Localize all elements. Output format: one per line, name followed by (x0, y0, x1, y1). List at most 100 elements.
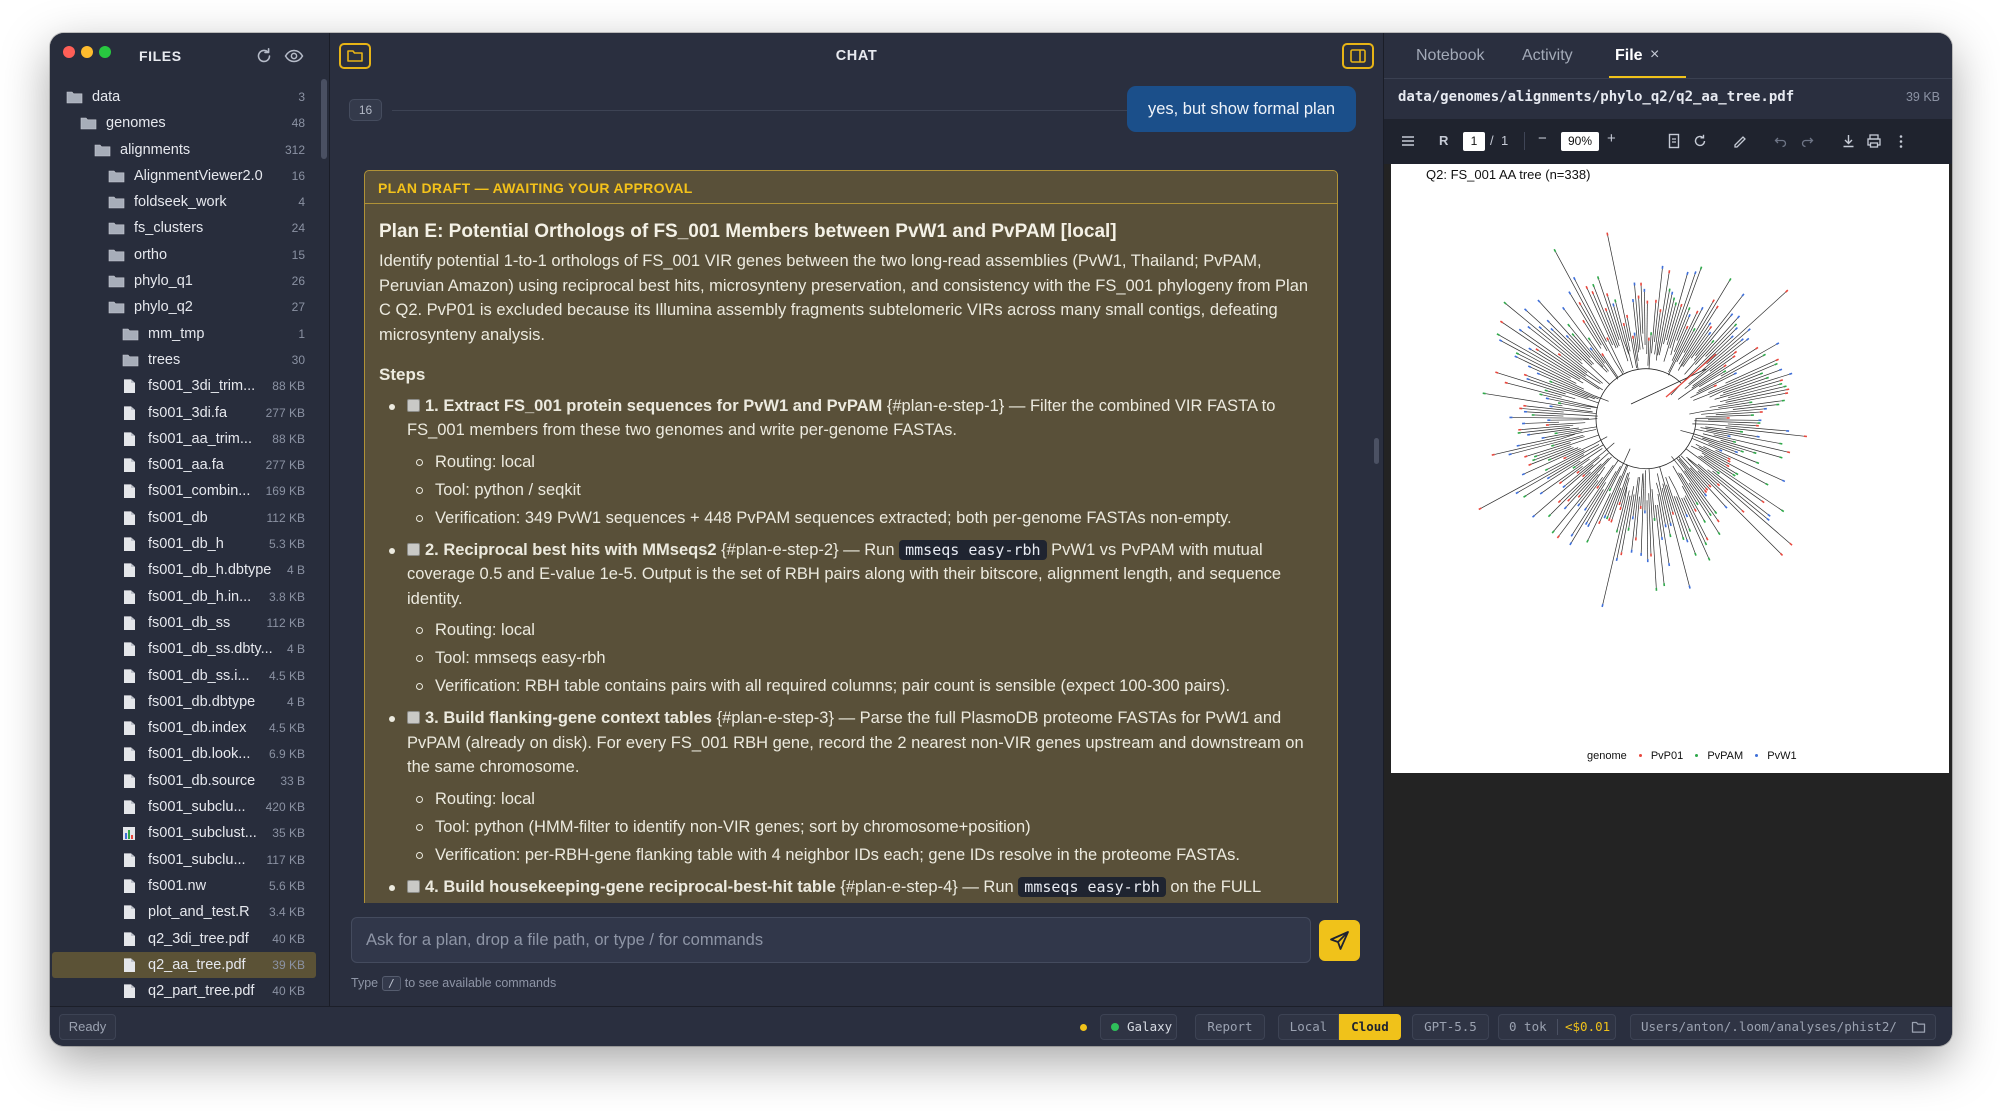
file-row[interactable]: fs001_db_h.dbtype 4 B (52, 557, 316, 583)
redo-icon[interactable] (1800, 134, 1814, 148)
undo-icon[interactable] (1774, 134, 1788, 148)
file-row[interactable]: fs001_db 112 KB (52, 505, 316, 531)
file-icon (124, 747, 135, 762)
file-row[interactable]: q2_aa_tree.pdf 39 KB (52, 951, 316, 979)
step-bullet (389, 547, 395, 554)
zoom-out-button[interactable]: − (1538, 130, 1547, 147)
menu-icon[interactable] (1401, 135, 1415, 147)
file-name: fs001_aa.fa (148, 457, 224, 474)
step-checkbox[interactable] (407, 542, 420, 556)
file-row[interactable]: fs001_db.look... 6.9 KB (52, 741, 316, 767)
file-row[interactable]: fs001_db_ss.dbty... 4 B (52, 636, 316, 662)
folder-row[interactable]: genomes 48 (52, 110, 316, 136)
file-row[interactable]: fs001_3di.fa 277 KB (52, 400, 316, 426)
pdf-page: Q2: FS_001 AA tree (n=338) genome PvP01 … (1391, 164, 1949, 773)
sidebar-scrollbar[interactable] (321, 79, 327, 159)
file-row[interactable]: fs001_subclust... 35 KB (52, 820, 316, 846)
step-bullet (389, 716, 395, 722)
step-checkbox[interactable] (407, 879, 420, 893)
right-panel: Notebook Activity File × data/genomes/al… (1383, 33, 1952, 1006)
file-count: 5.3 KB (268, 537, 305, 552)
phylogenetic-tree-plot (1478, 232, 1808, 608)
folder-row[interactable]: alignments 312 (52, 137, 316, 163)
file-tree: data 3 genomes 48 alignments 312 AlignmentView… (52, 84, 316, 1004)
tab-file[interactable]: File (1615, 47, 1643, 65)
annotate-icon[interactable] (1732, 133, 1748, 149)
folder-row[interactable]: foldseek_work 4 (52, 189, 316, 215)
file-name: fs001_subclust... (148, 825, 257, 842)
rotate-icon[interactable] (1692, 133, 1708, 149)
file-name: phylo_q2 (134, 299, 193, 316)
file-row[interactable]: fs001_aa_trim... 88 KB (52, 426, 316, 452)
folder-row[interactable]: phylo_q1 26 (52, 268, 316, 294)
panel-resize-handle[interactable] (1374, 438, 1379, 464)
file-row[interactable]: fs001_db.index 4.5 KB (52, 715, 316, 741)
file-icon (124, 458, 135, 473)
folder-row[interactable]: phylo_q2 27 (52, 294, 316, 320)
file-row[interactable]: fs001_db_h 5.3 KB (52, 531, 316, 557)
file-row[interactable]: fs001_subclu... 420 KB (52, 794, 316, 820)
folder-row[interactable]: fs_clusters 24 (52, 215, 316, 241)
tab-activity[interactable]: Activity (1522, 47, 1573, 65)
step-verification: Verification: 349 PvW1 sequences + 448 P… (407, 504, 1323, 532)
download-icon[interactable] (1841, 133, 1856, 149)
file-row[interactable]: fs001_db_ss.i... 4.5 KB (52, 663, 316, 689)
file-name: q2_aa_tree.pdf (148, 956, 246, 973)
file-count: 169 KB (265, 484, 305, 499)
model-selector[interactable]: GPT-5.5 (1412, 1014, 1489, 1040)
report-button[interactable]: Report (1195, 1014, 1265, 1040)
rotate-button[interactable]: R (1439, 133, 1448, 148)
pdf-viewer[interactable]: Q2: FS_001 AA tree (n=338) genome PvP01 … (1384, 164, 1952, 1006)
file-size: 39 KB (1905, 90, 1940, 104)
file-row[interactable]: fs001_subclu... 117 KB (52, 847, 316, 873)
working-directory[interactable]: Users/anton/.loom/analyses/phist2/ (1630, 1014, 1936, 1040)
step-checkbox[interactable] (407, 711, 420, 724)
file-count: 5.6 KB (268, 878, 305, 893)
file-icon (124, 695, 135, 709)
close-tab-icon[interactable]: × (1650, 46, 1659, 64)
file-row[interactable]: plot_and_test.R 3.4 KB (52, 899, 316, 925)
close-window-button[interactable] (63, 46, 75, 58)
zoom-window-button[interactable] (99, 46, 111, 58)
galaxy-button[interactable]: Galaxy (1100, 1014, 1177, 1040)
minimize-window-button[interactable] (81, 46, 93, 58)
file-count: 312 (284, 142, 305, 157)
file-row[interactable]: q2_3di_tree.pdf 40 KB (52, 926, 316, 952)
send-button[interactable] (1319, 920, 1360, 961)
step-checkbox[interactable] (407, 398, 420, 412)
more-options-icon[interactable] (1898, 134, 1904, 149)
file-row[interactable]: fs001_db_h.in... 3.8 KB (52, 584, 316, 610)
file-row[interactable]: fs001_db_ss 112 KB (52, 610, 316, 636)
file-row[interactable]: fs001_db.source 33 B (52, 768, 316, 794)
toolbar-divider (1524, 132, 1525, 150)
file-row[interactable]: fs001_db.dbtype 4 B (52, 689, 316, 715)
file-count: 112 KB (266, 615, 305, 630)
file-name: alignments (120, 141, 191, 158)
file-row[interactable]: q2_part_tree.pdf 40 KB (52, 978, 316, 1004)
step-bullet (389, 403, 395, 410)
folder-icon (80, 117, 97, 130)
local-mode-button[interactable]: Local (1278, 1014, 1339, 1040)
sidebar-panel-icon (1350, 49, 1366, 63)
folder-row[interactable]: trees 30 (52, 347, 316, 373)
zoom-in-button[interactable]: + (1607, 130, 1616, 147)
file-row[interactable]: fs001.nw 5.6 KB (52, 873, 316, 899)
file-row[interactable]: fs001_3di_trim... 88 KB (52, 373, 316, 399)
print-icon[interactable] (1866, 133, 1882, 149)
chat-input[interactable]: Ask for a plan, drop a file path, or typ… (351, 917, 1311, 963)
folder-row[interactable]: data 3 (52, 84, 316, 110)
eye-icon[interactable] (283, 45, 305, 67)
folder-row[interactable]: ortho 15 (52, 242, 316, 268)
file-row[interactable]: fs001_aa.fa 277 KB (52, 452, 316, 478)
folder-row[interactable]: mm_tmp 1 (52, 321, 316, 347)
folder-row[interactable]: AlignmentViewer2.0 16 (52, 163, 316, 189)
file-row[interactable]: fs001_combin... 169 KB (52, 478, 316, 504)
cloud-mode-button[interactable]: Cloud (1339, 1014, 1401, 1040)
panel-toggle-button[interactable] (1342, 43, 1374, 69)
tab-notebook[interactable]: Notebook (1416, 47, 1485, 65)
file-count: 26 (291, 274, 305, 289)
page-number-input[interactable]: 1 (1463, 132, 1485, 151)
zoom-level[interactable]: 90% (1561, 132, 1599, 151)
page-fit-icon[interactable] (1667, 133, 1681, 149)
refresh-icon[interactable] (253, 45, 275, 67)
